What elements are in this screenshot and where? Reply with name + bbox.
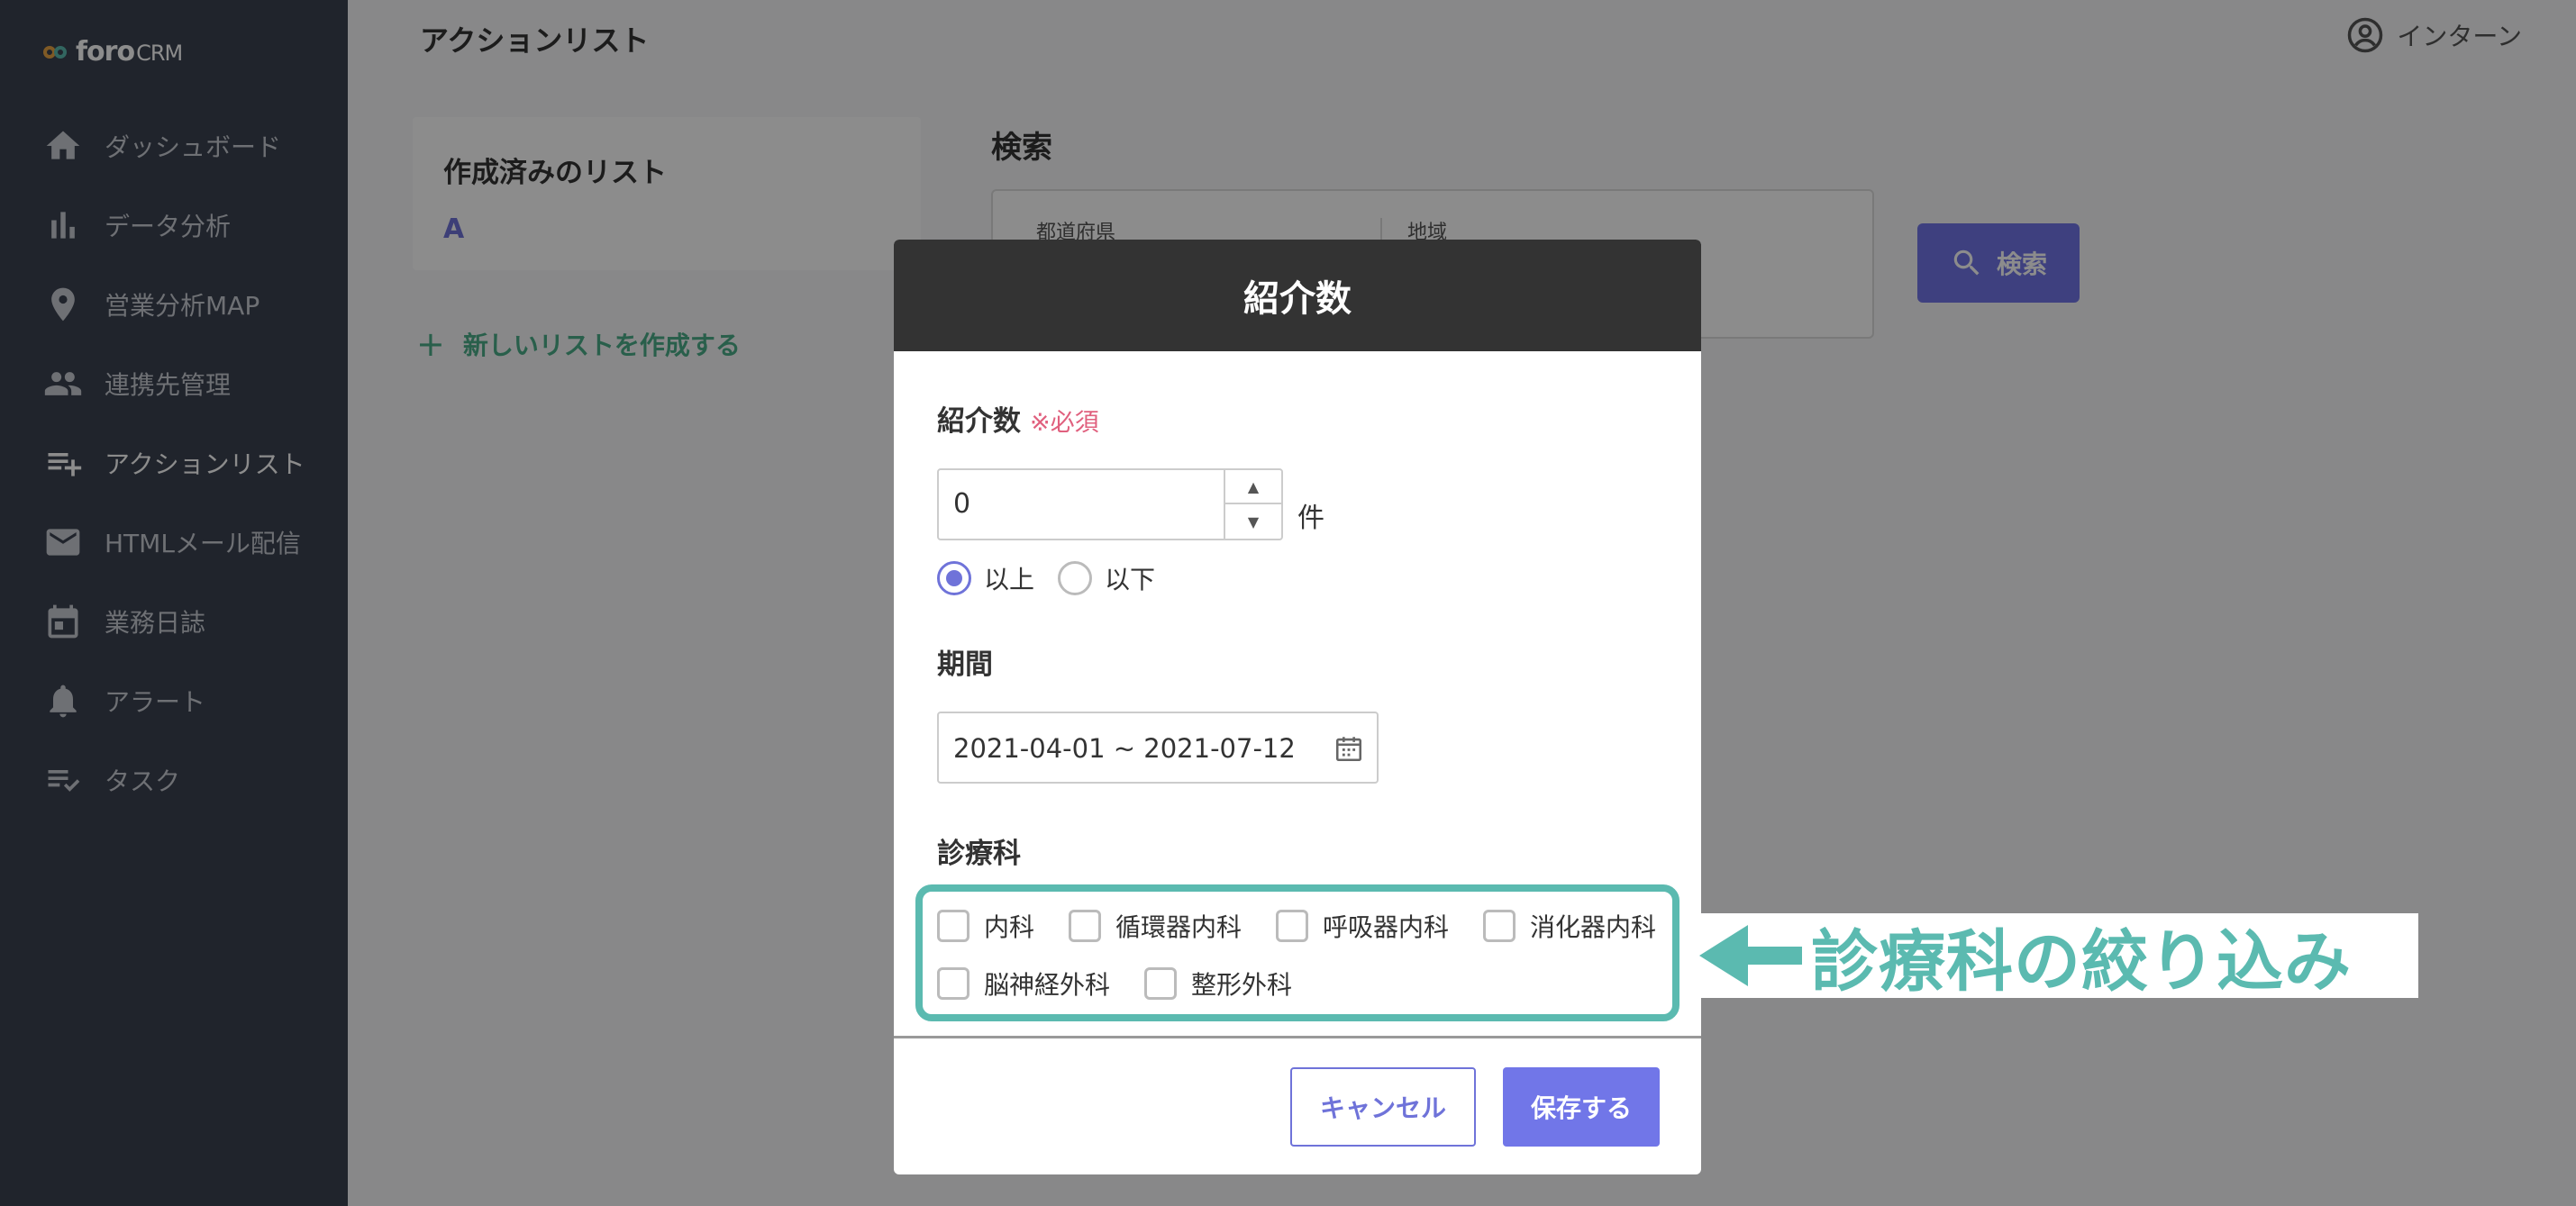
referral-count-modal: 紹介数 紹介数 ※必須 0 ▲ ▼ 件 以上 以下 期間 2021-04-01 ~… — [894, 240, 1701, 1174]
checkbox-label: 循環器内科 — [1115, 912, 1242, 942]
period-value: 2021-04-01 ~ 2021-07-12 — [953, 733, 1296, 764]
cancel-button[interactable]: キャンセル — [1290, 1067, 1476, 1147]
annotation-callout: 診療科の絞り込み — [1698, 913, 2418, 1001]
comparison-radio-group: 以上 以下 — [937, 560, 1155, 596]
checkbox-neurosurgery[interactable]: 脳神経外科 — [937, 966, 1110, 1002]
checkbox-box[interactable] — [1483, 910, 1516, 942]
period-label: 期間 — [937, 648, 993, 681]
checkbox-box[interactable] — [937, 967, 969, 1000]
radio-lte-label[interactable]: 以下 — [1105, 560, 1155, 596]
checkbox-box[interactable] — [1069, 910, 1102, 942]
increment-arrow-icon[interactable]: ▲ — [1225, 470, 1281, 504]
count-label-text: 紹介数 — [937, 405, 1021, 438]
checkbox-label: 整形外科 — [1191, 970, 1293, 1000]
radio-gte[interactable] — [937, 561, 971, 595]
count-input[interactable]: 0 — [953, 488, 970, 520]
radio-gte-label[interactable]: 以上 — [984, 560, 1034, 596]
checkbox-box[interactable] — [937, 910, 969, 942]
count-field-label: 紹介数 ※必須 — [937, 398, 1099, 439]
checkbox-cardiology[interactable]: 循環器内科 — [1069, 908, 1242, 944]
checkbox-gastroenterology[interactable]: 消化器内科 — [1483, 908, 1656, 944]
checkbox-internal-medicine[interactable]: 内科 — [937, 908, 1034, 944]
radio-lte[interactable] — [1058, 561, 1093, 595]
checkbox-box[interactable] — [1144, 967, 1178, 1000]
decrement-arrow-icon[interactable]: ▼ — [1225, 504, 1281, 539]
department-label: 診療科 — [937, 838, 1021, 870]
checkbox-label: 消化器内科 — [1530, 912, 1657, 942]
required-badge: ※必須 — [1030, 409, 1099, 437]
modal-title: 紹介数 — [894, 240, 1701, 351]
period-date-range-input[interactable]: 2021-04-01 ~ 2021-07-12 — [937, 712, 1379, 784]
count-stepper[interactable]: 0 ▲ ▼ — [937, 468, 1283, 540]
stepper-controls: ▲ ▼ — [1224, 470, 1281, 539]
checkbox-orthopedics[interactable]: 整形外科 — [1144, 966, 1292, 1002]
modal-footer: キャンセル 保存する — [894, 1036, 1701, 1174]
checkbox-label: 脳神経外科 — [984, 970, 1111, 1000]
department-checkbox-group: 内科 循環器内科 呼吸器内科 消化器内科 脳神経外科 整形外科 — [937, 897, 1676, 1012]
arrow-left-icon — [1699, 925, 1802, 986]
save-button[interactable]: 保存する — [1503, 1067, 1660, 1147]
calendar-icon[interactable] — [1334, 733, 1364, 764]
checkbox-pulmonology[interactable]: 呼吸器内科 — [1276, 908, 1449, 944]
annotation-text: 診療科の絞り込み — [1811, 922, 2352, 1001]
checkbox-label: 内科 — [984, 912, 1035, 942]
count-unit: 件 — [1297, 503, 1324, 534]
checkbox-label: 呼吸器内科 — [1323, 912, 1450, 942]
checkbox-box[interactable] — [1276, 910, 1309, 942]
